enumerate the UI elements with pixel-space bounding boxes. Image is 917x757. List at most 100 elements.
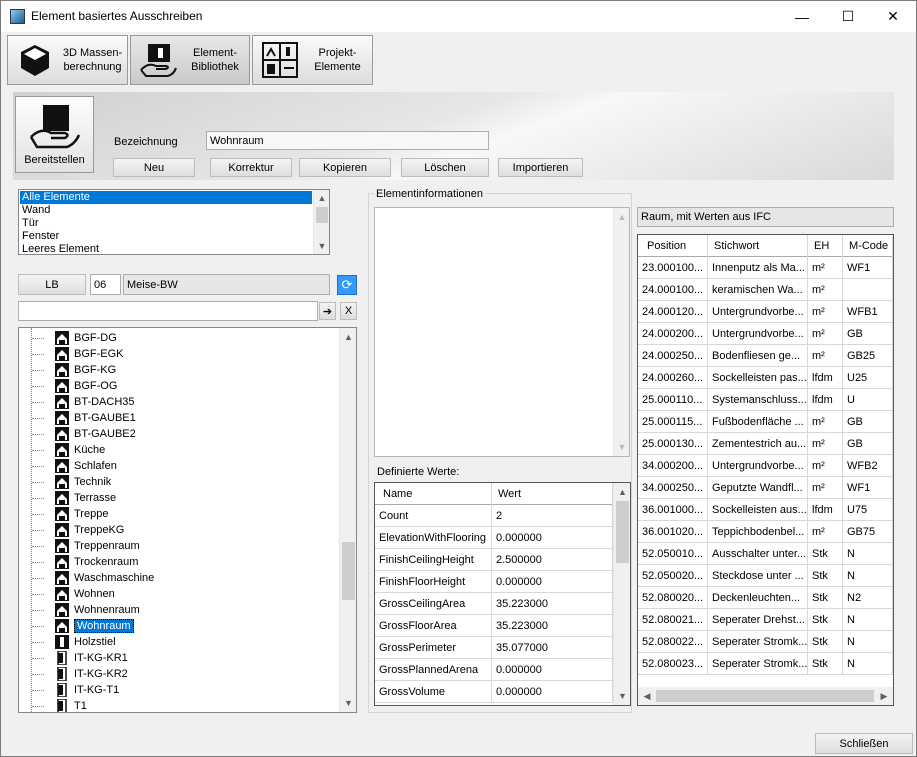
search-go-button[interactable]: ➔ [319, 302, 336, 320]
category-item[interactable]: Tür [20, 217, 312, 230]
tree-item[interactable]: BGF-KG [19, 362, 116, 378]
scroll-up-icon[interactable]: ▲ [314, 191, 329, 205]
scroll-up-icon[interactable]: ▲ [340, 330, 356, 344]
tree-item[interactable]: Terrasse [19, 490, 116, 506]
table-row[interactable]: 52.050010... Ausschalter unter... Stk N [638, 543, 893, 565]
column-header[interactable]: Position [638, 235, 708, 257]
column-header[interactable]: EH [808, 235, 843, 257]
table-row[interactable]: 52.080022... Seperater Stromk... Stk N [638, 631, 893, 653]
table-row[interactable]: 25.000110... Systemanschluss... lfdm U [638, 389, 893, 411]
table-row[interactable]: 24.000120... Untergrundvorbe... m² WFB1 [638, 301, 893, 323]
table-row[interactable]: FinishFloorHeight 0.000000 [375, 571, 613, 593]
table-row[interactable]: 34.000200... Untergrundvorbe... m² WFB2 [638, 455, 893, 477]
table-row[interactable]: GrossPlannedArena 0.000000 [375, 659, 613, 681]
tree-item[interactable]: Holzstiel [19, 634, 116, 650]
defined-values-grid[interactable]: Name Wert Count 2 ElevationWithFlooring 0.000… [374, 482, 631, 706]
scroll-up-icon[interactable]: ▲ [614, 210, 629, 224]
maximize-button[interactable]: ☐ [825, 1, 871, 32]
tree-item[interactable]: BGF-DG [19, 330, 117, 346]
mass-calculation-button[interactable]: 3D Massen- berechnung [7, 35, 128, 85]
table-row[interactable]: GrossPerimeter 35.077000 [375, 637, 613, 659]
scroll-down-icon[interactable]: ▼ [614, 440, 629, 454]
close-button[interactable]: ✕ [870, 1, 916, 32]
column-header[interactable]: Stichwort [708, 235, 808, 257]
positions-hscrollbar[interactable]: ◀ ▶ [638, 687, 893, 705]
column-header[interactable]: Wert [492, 483, 613, 505]
table-row[interactable]: 52.080020... Deckenleuchten... Stk N2 [638, 587, 893, 609]
close-dialog-button[interactable]: Schließen [815, 733, 913, 754]
tree-item[interactable]: Schlafen [19, 458, 117, 474]
tree-item[interactable]: IT-KG-KR1 [19, 650, 128, 666]
search-input[interactable] [18, 301, 318, 321]
table-row[interactable]: 24.000250... Bodenfliesen ge... m² GB25 [638, 345, 893, 367]
tree-item[interactable]: Technik [19, 474, 111, 490]
category-item[interactable]: Fenster [20, 230, 312, 243]
element-library-button[interactable]: Element- Bibliothek [130, 35, 250, 85]
table-row[interactable]: 36.001000... Sockelleisten aus... lfdm U75 [638, 499, 893, 521]
values-scrollbar[interactable]: ▲ ▼ [613, 483, 630, 705]
element-info-text[interactable]: ▲ ▼ [374, 207, 630, 457]
scroll-down-icon[interactable]: ▼ [340, 696, 356, 710]
import-button[interactable]: Importieren [498, 158, 583, 177]
table-row[interactable]: 36.001020... Teppichbodenbel... m² GB75 [638, 521, 893, 543]
table-row[interactable]: 24.000260... Sockelleisten pas... lfdm U25 [638, 367, 893, 389]
tree-item[interactable]: Wohnenraum [19, 602, 140, 618]
provide-button[interactable]: Bereitstellen [15, 96, 94, 173]
table-row[interactable]: 23.000100... Innenputz als Ma... m² WF1 [638, 257, 893, 279]
copy-button[interactable]: Kopieren [299, 158, 391, 177]
scroll-thumb[interactable] [316, 207, 328, 223]
table-row[interactable]: GrossVolume 0.000000 [375, 681, 613, 703]
scroll-thumb[interactable] [616, 501, 629, 563]
scroll-right-icon[interactable]: ▶ [877, 689, 891, 703]
table-row[interactable]: FinishCeilingHeight 2.500000 [375, 549, 613, 571]
info-scrollbar[interactable]: ▲ ▼ [613, 208, 629, 456]
table-row[interactable]: GrossCeilingArea 35.223000 [375, 593, 613, 615]
scroll-up-icon[interactable]: ▲ [614, 485, 630, 499]
table-row[interactable]: 25.000115... Fußbodenfläche ... m² GB [638, 411, 893, 433]
tree-item[interactable]: IT-KG-KR2 [19, 666, 128, 682]
tree-item[interactable]: Treppe [19, 506, 108, 522]
refresh-icon[interactable]: ⟳ [337, 275, 357, 295]
project-elements-button[interactable]: Projekt- Elemente [252, 35, 373, 85]
scroll-left-icon[interactable]: ◀ [640, 689, 654, 703]
delete-button[interactable]: Löschen [401, 158, 489, 177]
column-header[interactable]: M-Code [843, 235, 893, 257]
tree-item[interactable]: Wohnen [19, 586, 115, 602]
tree-item[interactable]: TreppeKG [19, 522, 124, 538]
tree-item[interactable]: Waschmaschine [19, 570, 154, 586]
table-row[interactable]: 52.050020... Steckdose unter ... Stk N [638, 565, 893, 587]
table-row[interactable]: 24.000200... Untergrundvorbe... m² GB [638, 323, 893, 345]
tree-item[interactable]: BT-DACH35 [19, 394, 135, 410]
category-item[interactable]: Leeres Element [20, 243, 312, 254]
table-row[interactable]: ElevationWithFlooring 0.000000 [375, 527, 613, 549]
category-scrollbar[interactable]: ▲ ▼ [313, 190, 329, 254]
tree-item[interactable]: Trockenraum [19, 554, 138, 570]
scroll-down-icon[interactable]: ▼ [314, 239, 329, 253]
lb-label[interactable]: LB [18, 274, 86, 295]
tree-item[interactable]: IT-KG-T1 [19, 682, 119, 698]
table-row[interactable]: GrossFloorArea 35.223000 [375, 615, 613, 637]
category-item[interactable]: Alle Elemente [20, 191, 312, 204]
tree-item[interactable]: T1 [19, 698, 87, 712]
tree-item[interactable]: BT-GAUBE2 [19, 426, 136, 442]
table-row[interactable]: 52.080021... Seperater Drehst... Stk N [638, 609, 893, 631]
tree-item[interactable]: Küche [19, 442, 105, 458]
table-row[interactable]: 34.000250... Geputzte Wandfl... m² WF1 [638, 477, 893, 499]
correction-button[interactable]: Korrektur [210, 158, 292, 177]
search-clear-button[interactable]: X [340, 302, 357, 320]
element-tree[interactable]: BGF-DG BGF-EGK BGF-KG BGF-OG BT-DACH35 BT-GAU… [18, 327, 357, 713]
column-header[interactable]: Name [375, 483, 492, 505]
positions-grid[interactable]: Position Stichwort EH M-Code 23.000100... Inn… [637, 234, 894, 706]
scroll-down-icon[interactable]: ▼ [614, 689, 630, 703]
table-row[interactable]: Count 2 [375, 505, 613, 527]
scroll-thumb[interactable] [656, 690, 874, 702]
minimize-button[interactable]: — [779, 1, 825, 32]
scroll-thumb[interactable] [342, 542, 355, 600]
tree-item[interactable]: BT-GAUBE1 [19, 410, 136, 426]
tree-item[interactable]: Treppenraum [19, 538, 140, 554]
tree-item[interactable]: BGF-OG [19, 378, 117, 394]
table-row[interactable]: 52.080023... Seperater Stromk... Stk N [638, 653, 893, 675]
table-row[interactable]: 25.000130... Zementestrich au... m² GB [638, 433, 893, 455]
tree-item[interactable]: Wohnraum [19, 618, 134, 634]
category-item[interactable]: Wand [20, 204, 312, 217]
